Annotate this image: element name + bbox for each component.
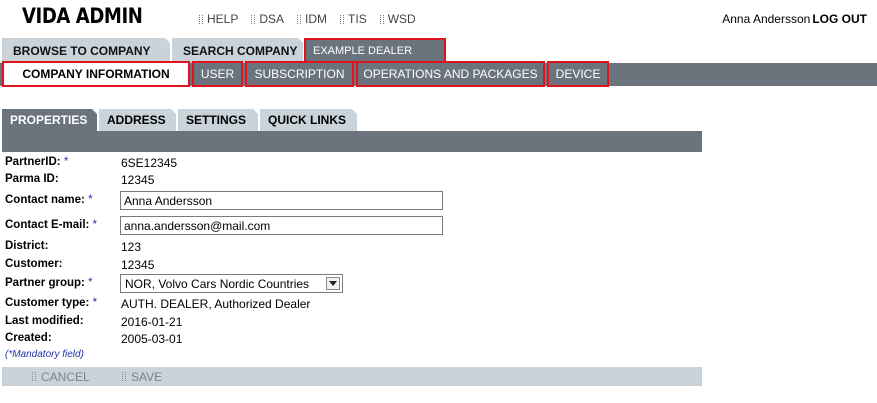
tab-settings[interactable]: SETTINGS: [178, 109, 258, 131]
partner-id-label: PartnerID: *: [5, 156, 69, 168]
created-label: Created:: [5, 332, 52, 344]
customer-type-value: AUTH. DEALER, Authorized Dealer: [121, 297, 311, 311]
tab-subscription[interactable]: SUBSCRIPTION: [245, 61, 354, 87]
parma-id-value: 12345: [121, 173, 155, 187]
grip-icon: [251, 14, 256, 24]
last-modified-value: 2016-01-21: [121, 315, 183, 329]
last-modified-label: Last modified:: [5, 315, 84, 327]
chevron-down-icon[interactable]: [326, 277, 340, 290]
tab-company-information[interactable]: COMPANY INFORMATION: [2, 61, 190, 87]
partner-group-label: Partner group: *: [5, 277, 93, 289]
mandatory-note: (*Mandatory field): [5, 349, 84, 360]
grip-icon: [199, 14, 203, 24]
cancel-button[interactable]: CANCEL: [32, 367, 90, 386]
grip-icon: [32, 372, 36, 381]
tis-link[interactable]: TIS: [340, 12, 367, 26]
contact-name-input[interactable]: [120, 191, 443, 210]
app-logo: VIDA ADMIN: [22, 4, 143, 28]
properties-header-bar: [2, 131, 702, 152]
partner-id-value: 6SE12345: [121, 156, 178, 170]
customer-type-label: Customer type: *: [5, 297, 98, 309]
tab-quick-links[interactable]: QUICK LINKS: [260, 109, 357, 131]
grip-icon: [340, 14, 345, 24]
top-links: HELP DSA IDM TIS WSD: [199, 12, 429, 26]
parma-id-label: Parma ID:: [5, 173, 59, 185]
user-box: Anna Andersson LOG OUT: [722, 12, 867, 26]
grip-icon: [297, 14, 302, 24]
tab-address[interactable]: ADDRESS: [99, 109, 176, 131]
action-bar: CANCEL SAVE: [2, 367, 702, 386]
user-name: Anna Andersson: [722, 12, 811, 26]
logout-link[interactable]: LOG OUT: [812, 12, 867, 26]
tab-properties[interactable]: PROPERTIES: [2, 109, 97, 131]
tab-search-company[interactable]: SEARCH COMPANY: [172, 38, 303, 63]
customer-value: 12345: [121, 258, 155, 272]
tab-user[interactable]: USER: [192, 61, 243, 87]
tab-browse-to-company[interactable]: BROWSE TO COMPANY: [2, 38, 170, 63]
tab-device[interactable]: DEVICE: [547, 61, 609, 87]
contact-name-label: Contact name: *: [5, 194, 93, 206]
grip-icon: [122, 372, 126, 381]
partner-group-value: NOR, Volvo Cars Nordic Countries: [125, 276, 310, 291]
tab-example-dealer[interactable]: EXAMPLE DEALER: [304, 38, 446, 63]
tab-operations-and-packages[interactable]: OPERATIONS AND PACKAGES: [356, 61, 545, 87]
contact-email-label: Contact E-mail: *: [5, 219, 98, 231]
wsd-link[interactable]: WSD: [379, 12, 416, 26]
contact-email-input[interactable]: [120, 216, 443, 235]
save-button[interactable]: SAVE: [122, 367, 162, 386]
idm-link[interactable]: IDM: [297, 12, 327, 26]
dsa-link[interactable]: DSA: [251, 12, 284, 26]
created-value: 2005-03-01: [121, 332, 183, 346]
partner-group-select[interactable]: NOR, Volvo Cars Nordic Countries: [120, 274, 343, 293]
customer-label: Customer:: [5, 258, 63, 270]
district-value: 123: [121, 240, 142, 254]
help-link[interactable]: HELP: [199, 12, 238, 26]
main-tabs: BROWSE TO COMPANY SEARCH COMPANY EXAMPLE…: [0, 38, 877, 63]
district-label: District:: [5, 240, 49, 252]
grip-icon: [379, 14, 384, 24]
